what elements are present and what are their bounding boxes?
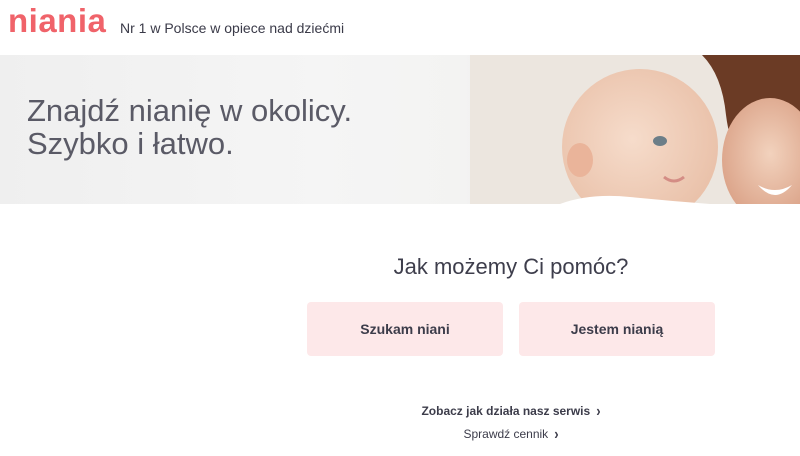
chevron-right-icon: › <box>554 424 559 443</box>
site-header: niania Nr 1 w Polsce w opiece nad dziećm… <box>0 0 800 55</box>
how-it-works-label: Zobacz jak działa nasz serwis <box>421 403 591 418</box>
tagline: Nr 1 w Polsce w opiece nad dziećmi <box>120 20 345 36</box>
help-question: Jak możemy Ci pomóc? <box>393 254 629 279</box>
hero-line-2: Szybko i łatwo. <box>27 126 234 161</box>
pricing-label: Sprawdź cennik <box>463 426 549 441</box>
hero-line-1: Znajdź nianię w okolicy. <box>27 93 353 128</box>
hero-heading: Znajdź nianię w okolicy. Szybko i łatwo. <box>27 94 352 160</box>
main-section: Jak możemy Ci pomóc? Szukam niani Jestem… <box>0 204 800 456</box>
i-am-nanny-button[interactable]: Jestem nianią <box>519 302 715 356</box>
how-it-works-link[interactable]: Zobacz jak działa nasz serwis › <box>0 401 800 420</box>
hero-photo-mother-baby <box>470 55 800 204</box>
logo[interactable]: niania <box>8 2 106 40</box>
seeking-nanny-button[interactable]: Szukam niani <box>307 302 503 356</box>
pricing-link[interactable]: Sprawdź cennik › <box>0 424 800 443</box>
chevron-right-icon: › <box>596 401 601 420</box>
hero-banner: Znajdź nianię w okolicy. Szybko i łatwo. <box>0 55 800 204</box>
